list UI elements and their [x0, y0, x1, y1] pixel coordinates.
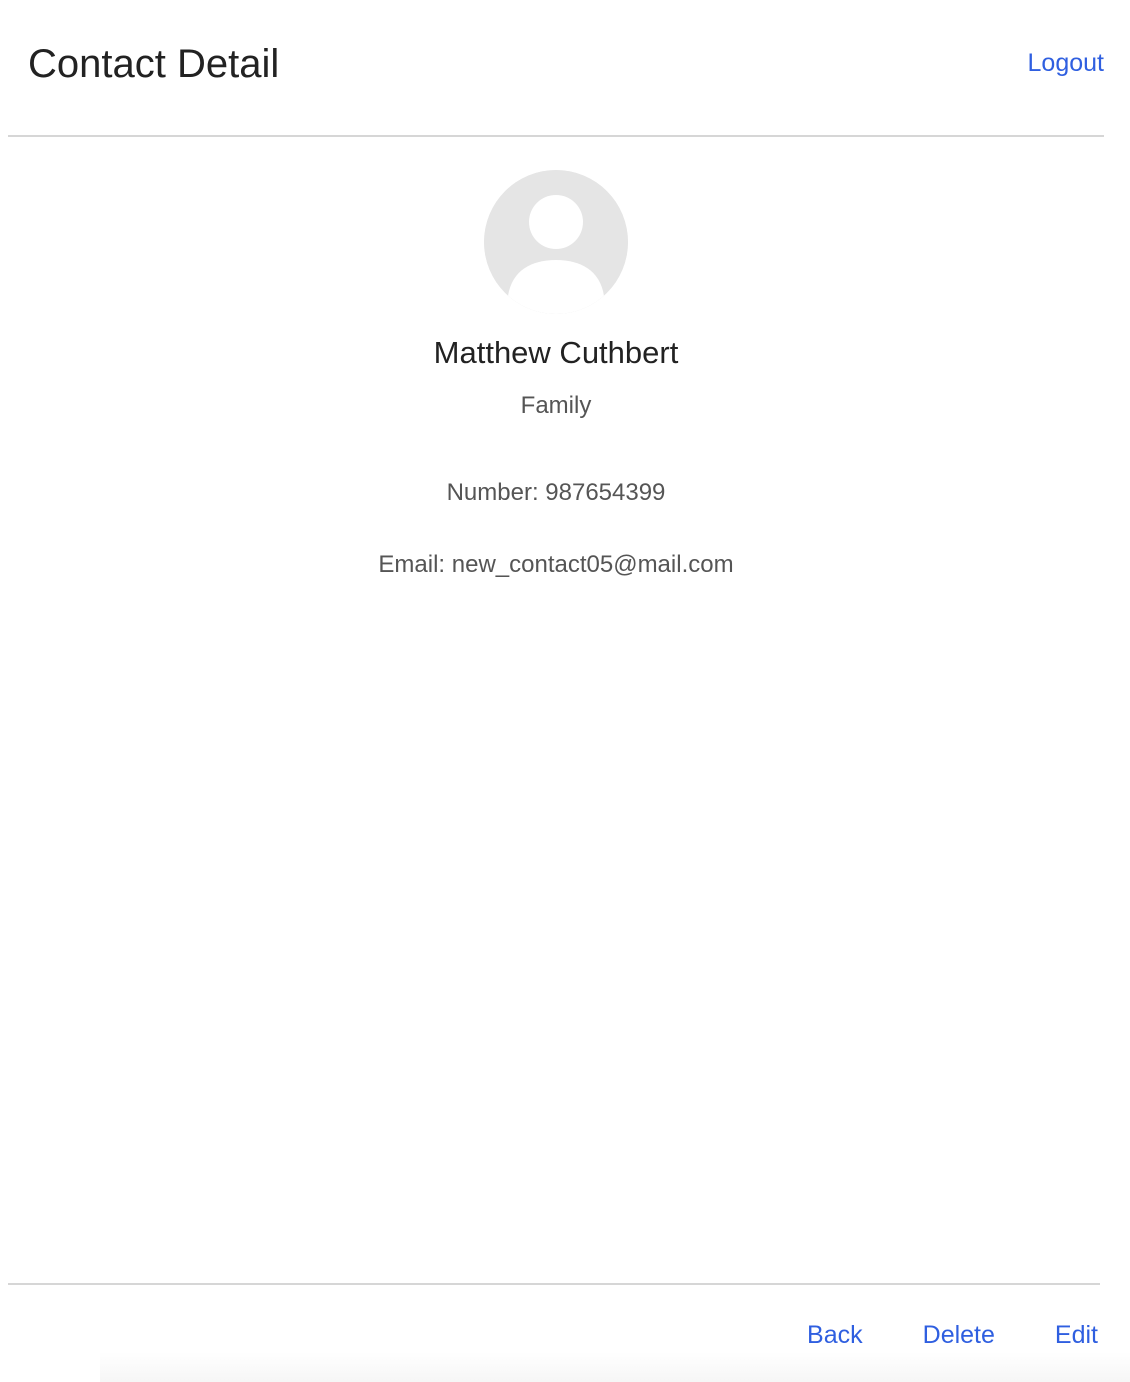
page-title: Contact Detail [28, 42, 280, 86]
header-divider [8, 135, 1104, 137]
bottom-shadow [100, 1352, 1130, 1382]
delete-button[interactable]: Delete [923, 1318, 995, 1352]
contact-number: Number: 987654399 [446, 479, 666, 506]
page-header: Contact Detail Logout [0, 0, 1130, 136]
logout-link[interactable]: Logout [1028, 46, 1104, 80]
footer-divider [8, 1283, 1100, 1285]
footer-actions: Back Delete Edit [807, 1318, 1098, 1352]
edit-button[interactable]: Edit [1055, 1318, 1098, 1352]
contact-group: Family [520, 392, 592, 419]
contact-email: Email: new_contact05@mail.com [378, 551, 734, 578]
default-person-icon [484, 170, 628, 314]
contact-name: Matthew Cuthbert [433, 335, 679, 370]
back-button[interactable]: Back [807, 1318, 863, 1352]
avatar [484, 170, 628, 314]
